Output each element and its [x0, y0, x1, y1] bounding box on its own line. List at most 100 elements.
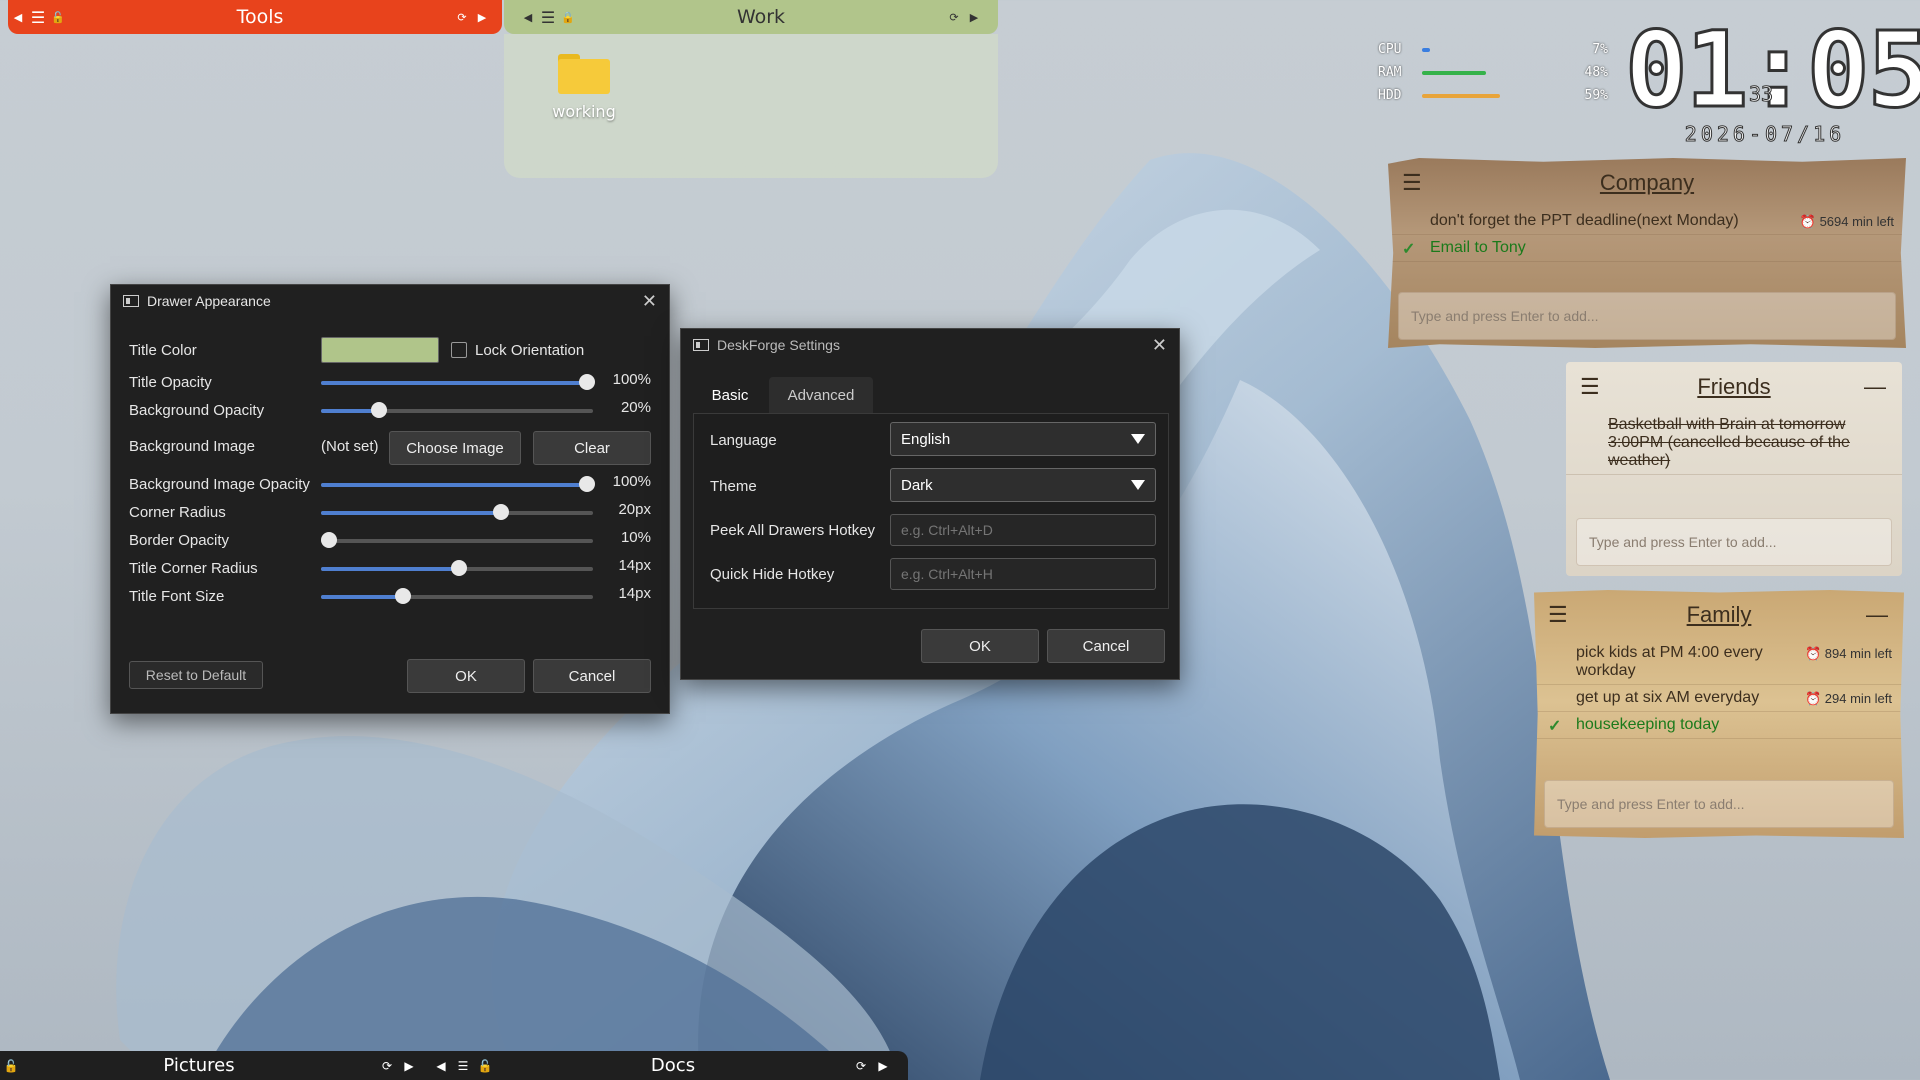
- note-item[interactable]: ✓ Email to Tony: [1388, 235, 1906, 262]
- ram-bar-fill: [1422, 70, 1486, 75]
- work-drawer-title: Work: [736, 6, 786, 28]
- sysmon-pct: 59%: [1584, 88, 1608, 103]
- background-opacity-slider[interactable]: [321, 402, 593, 418]
- slider-handle[interactable]: [493, 504, 509, 520]
- refresh-icon[interactable]: ⟳: [376, 1059, 398, 1073]
- checkmark-icon: ✓: [1402, 241, 1416, 258]
- tools-drawer-title: Tools: [236, 6, 284, 28]
- note-item[interactable]: don't forget the PPT deadline(next Monda…: [1388, 208, 1906, 235]
- language-value: English: [901, 430, 951, 448]
- prev-arrow-icon[interactable]: ◀: [430, 1059, 452, 1073]
- lock-icon[interactable]: 🔒: [558, 11, 578, 24]
- next-arrow-icon[interactable]: ▶: [472, 11, 492, 24]
- menu-icon[interactable]: ☰: [1580, 374, 1600, 400]
- background-image-opacity-slider[interactable]: [321, 476, 595, 492]
- lock-icon[interactable]: 🔓: [0, 1059, 22, 1073]
- lock-icon[interactable]: 🔓: [474, 1059, 496, 1073]
- reset-default-button[interactable]: Reset to Default: [129, 661, 263, 689]
- folder-item-working[interactable]: working: [544, 54, 624, 121]
- refresh-icon[interactable]: ⟳: [944, 11, 964, 24]
- lock-icon[interactable]: 🔓: [48, 11, 68, 24]
- tools-drawer-bar[interactable]: ◀ ☰ 🔓 Tools ⟳ ▶: [8, 0, 502, 34]
- hide-hotkey-label: Quick Hide Hotkey: [710, 566, 835, 583]
- note-item-text: get up at six AM everyday: [1576, 689, 1760, 706]
- note-title: Friends: [1697, 374, 1771, 399]
- clock-widget: 01:05 33 2026-07/16: [1624, 17, 1920, 147]
- title-corner-radius-slider[interactable]: [321, 560, 593, 576]
- slider-handle[interactable]: [395, 588, 411, 604]
- refresh-icon[interactable]: ⟳: [452, 11, 472, 24]
- pictures-drawer-bar[interactable]: 🔓 Pictures ⟳ ▶: [0, 1051, 420, 1080]
- sysmon-label: HDD: [1378, 88, 1402, 103]
- next-arrow-icon[interactable]: ▶: [964, 11, 984, 24]
- next-arrow-icon[interactable]: ▶: [398, 1059, 420, 1073]
- timer-text: 894 min left: [1824, 646, 1892, 661]
- cancel-button[interactable]: Cancel: [533, 659, 651, 693]
- work-drawer-bar[interactable]: ◀ ☰ 🔒 Work ⟳ ▶: [504, 0, 998, 34]
- minimize-icon[interactable]: —: [1866, 602, 1888, 628]
- hide-hotkey-input[interactable]: [890, 558, 1156, 590]
- lock-orientation-checkbox[interactable]: [451, 342, 467, 358]
- note-item[interactable]: get up at six AM everyday ⏰ 294 min left: [1534, 685, 1904, 712]
- language-select[interactable]: English: [890, 422, 1156, 456]
- folder-label: working: [552, 102, 616, 121]
- slider-label: Border Opacity: [129, 531, 230, 549]
- deskforge-settings-dialog: DeskForge Settings ✕ Basic Advanced Lang…: [680, 328, 1180, 680]
- cpu-bar-fill: [1422, 47, 1430, 52]
- menu-icon[interactable]: ☰: [1402, 170, 1422, 196]
- theme-label: Theme: [710, 478, 757, 495]
- prev-arrow-icon[interactable]: ◀: [518, 11, 538, 24]
- note-add-input[interactable]: Type and press Enter to add...: [1576, 518, 1892, 566]
- slider-handle[interactable]: [451, 560, 467, 576]
- slider-handle[interactable]: [579, 374, 595, 390]
- note-item[interactable]: pick kids at PM 4:00 every workday ⏰ 894…: [1534, 640, 1904, 685]
- peek-hotkey-input[interactable]: [890, 514, 1156, 546]
- note-item-timer: ⏰ 894 min left: [1805, 646, 1892, 662]
- menu-icon[interactable]: ☰: [538, 8, 558, 27]
- tab-advanced[interactable]: Advanced: [769, 377, 873, 413]
- close-icon[interactable]: ✕: [1152, 335, 1167, 356]
- tab-basic[interactable]: Basic: [695, 377, 765, 413]
- note-item-timer: ⏰ 5694 min left: [1800, 214, 1894, 230]
- menu-icon[interactable]: ☰: [452, 1059, 474, 1073]
- dialog-title: DeskForge Settings: [717, 337, 840, 353]
- slider-value: 14px: [618, 585, 651, 602]
- slider-handle[interactable]: [579, 476, 595, 492]
- title-font-size-slider[interactable]: [321, 588, 593, 604]
- slider-handle[interactable]: [321, 532, 337, 548]
- note-family: ☰ Family — pick kids at PM 4:00 every wo…: [1534, 590, 1904, 838]
- prev-arrow-icon[interactable]: ◀: [8, 11, 28, 24]
- sysmon-pct: 7%: [1592, 42, 1608, 57]
- note-header: ☰ Company: [1388, 158, 1906, 208]
- note-add-input[interactable]: Type and press Enter to add...: [1544, 780, 1894, 828]
- title-color-swatch[interactable]: [321, 337, 439, 363]
- menu-icon[interactable]: ☰: [1548, 602, 1568, 628]
- cancel-button[interactable]: Cancel: [1047, 629, 1165, 663]
- border-opacity-slider[interactable]: [321, 532, 593, 548]
- note-add-input[interactable]: Type and press Enter to add...: [1398, 292, 1896, 340]
- system-monitor: CPU 7% RAM 48% HDD 59%: [1378, 38, 1608, 107]
- refresh-icon[interactable]: ⟳: [850, 1059, 872, 1073]
- theme-select[interactable]: Dark: [890, 468, 1156, 502]
- next-arrow-icon[interactable]: ▶: [872, 1059, 894, 1073]
- minimize-icon[interactable]: —: [1864, 374, 1886, 400]
- ok-button[interactable]: OK: [921, 629, 1039, 663]
- note-item[interactable]: ✓ housekeeping today: [1534, 712, 1904, 739]
- sysmon-label: CPU: [1378, 42, 1402, 57]
- note-title: Family: [1686, 602, 1752, 627]
- alarm-icon: ⏰: [1804, 646, 1822, 661]
- clear-button[interactable]: Clear: [533, 431, 651, 465]
- corner-radius-slider[interactable]: [321, 504, 593, 520]
- note-item[interactable]: Basketball with Brain at tomorrow 3:00PM…: [1566, 412, 1902, 475]
- slider-handle[interactable]: [371, 402, 387, 418]
- pictures-drawer-title: Pictures: [163, 1055, 235, 1076]
- ok-button[interactable]: OK: [407, 659, 525, 693]
- docs-drawer-bar[interactable]: ◀ ☰ 🔓 Docs ⟳ ▶: [420, 1051, 908, 1080]
- menu-icon[interactable]: ☰: [28, 8, 48, 27]
- choose-image-button[interactable]: Choose Image: [389, 431, 521, 465]
- title-opacity-slider[interactable]: [321, 374, 595, 390]
- close-icon[interactable]: ✕: [642, 291, 657, 312]
- theme-value: Dark: [901, 476, 933, 494]
- window-icon: [123, 295, 139, 307]
- slider-label: Corner Radius: [129, 503, 226, 521]
